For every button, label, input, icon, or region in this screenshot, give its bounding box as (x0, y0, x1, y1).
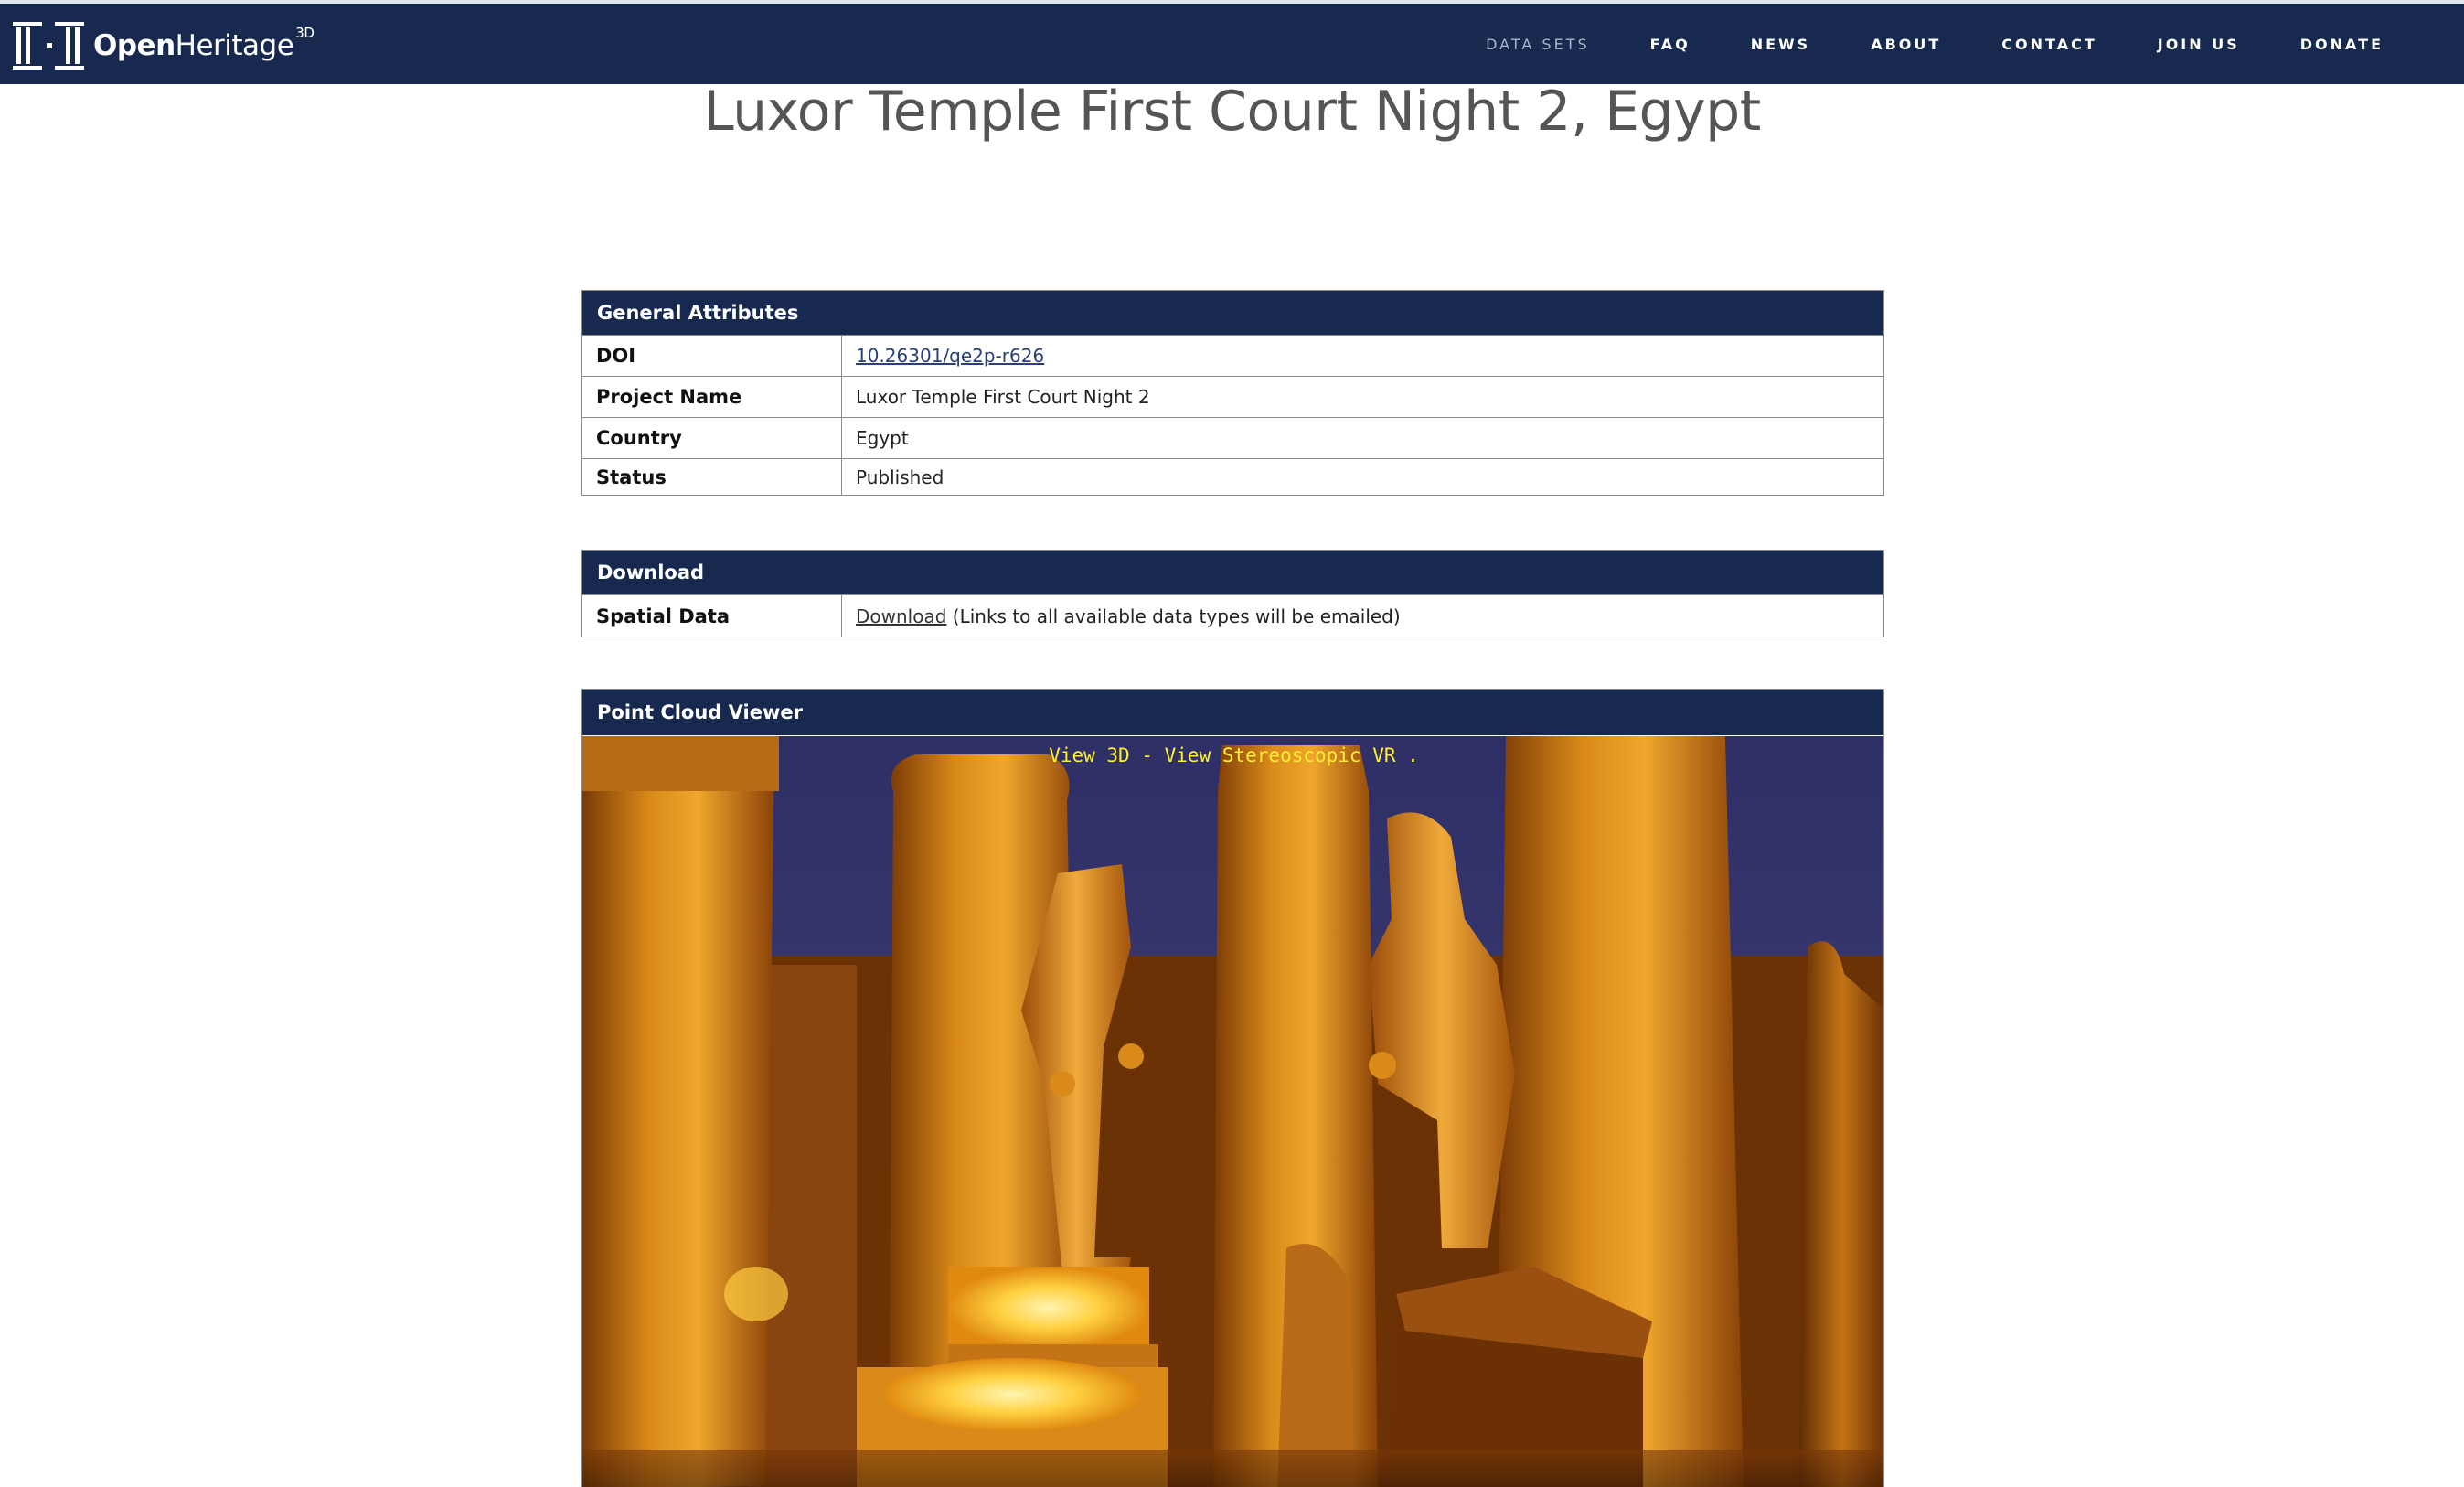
point-cloud-viewer-heading: Point Cloud Viewer (582, 690, 1883, 735)
doi-value-cell: 10.26301/qe2p-r626 (842, 336, 1883, 376)
spatial-data-value: Download (Links to all available data ty… (842, 595, 1883, 637)
site-logo[interactable]: OpenHeritage 3D (13, 20, 315, 71)
table-row-status: Status Published (582, 458, 1883, 495)
status-value: Published (856, 465, 944, 488)
table-row-doi: DOI 10.26301/qe2p-r626 (582, 335, 1883, 376)
columns-logo-icon (13, 22, 84, 70)
temple-scene-image (582, 736, 1883, 1487)
main-nav: DATA SETS FAQ NEWS ABOUT CONTACT JOIN US… (1456, 4, 2414, 84)
download-table: Download Spatial Data Download (Links to… (581, 550, 1884, 637)
project-name-value: Luxor Temple First Court Night 2 (856, 386, 1150, 408)
point-cloud-viewer: Point Cloud Viewer View 3D - View Stereo… (581, 689, 1884, 1487)
table-row-spatial-data: Spatial Data Download (Links to all avai… (582, 594, 1883, 637)
top-navbar: OpenHeritage 3D DATA SETS FAQ NEWS ABOUT … (0, 0, 2464, 84)
doi-link[interactable]: 10.26301/qe2p-r626 (856, 345, 1044, 367)
nav-item-data-sets[interactable]: DATA SETS (1456, 36, 1620, 53)
spatial-data-label: Spatial Data (582, 595, 842, 637)
nav-item-donate[interactable]: DONATE (2270, 36, 2414, 53)
status-label: Status (582, 459, 842, 495)
nav-item-join-us[interactable]: JOIN US (2128, 36, 2270, 53)
nav-item-contact[interactable]: CONTACT (1971, 36, 2127, 53)
table-row-country: Country Egypt (582, 417, 1883, 458)
download-link[interactable]: Download (856, 605, 946, 627)
view-3d-link[interactable]: View 3D (1049, 744, 1130, 766)
general-attributes-table: General Attributes DOI 10.26301/qe2p-r62… (581, 290, 1884, 496)
download-note: (Links to all available data types will … (946, 604, 1401, 627)
nav-item-about[interactable]: ABOUT (1840, 36, 1971, 53)
point-cloud-canvas[interactable] (582, 736, 1883, 1487)
download-heading: Download (582, 551, 1883, 594)
country-value: Egypt (856, 427, 909, 449)
page-title: Luxor Temple First Court Night 2, Egypt (703, 80, 1761, 144)
country-label: Country (582, 418, 842, 458)
logo-wordmark: OpenHeritage 3D (93, 24, 315, 62)
project-name-label: Project Name (582, 377, 842, 417)
table-row-project-name: Project Name Luxor Temple First Court Ni… (582, 376, 1883, 417)
viewer-links: View 3D - View Stereoscopic VR . (582, 744, 1883, 766)
general-attributes-heading: General Attributes (582, 291, 1883, 335)
nav-item-faq[interactable]: FAQ (1620, 36, 1721, 53)
view-stereoscopic-vr-link[interactable]: View Stereoscopic VR (1165, 744, 1396, 766)
nav-item-news[interactable]: NEWS (1721, 36, 1841, 53)
viewer-link-trailing: . (1395, 744, 1419, 766)
viewer-link-separator: - (1129, 744, 1165, 766)
doi-label: DOI (582, 336, 842, 376)
